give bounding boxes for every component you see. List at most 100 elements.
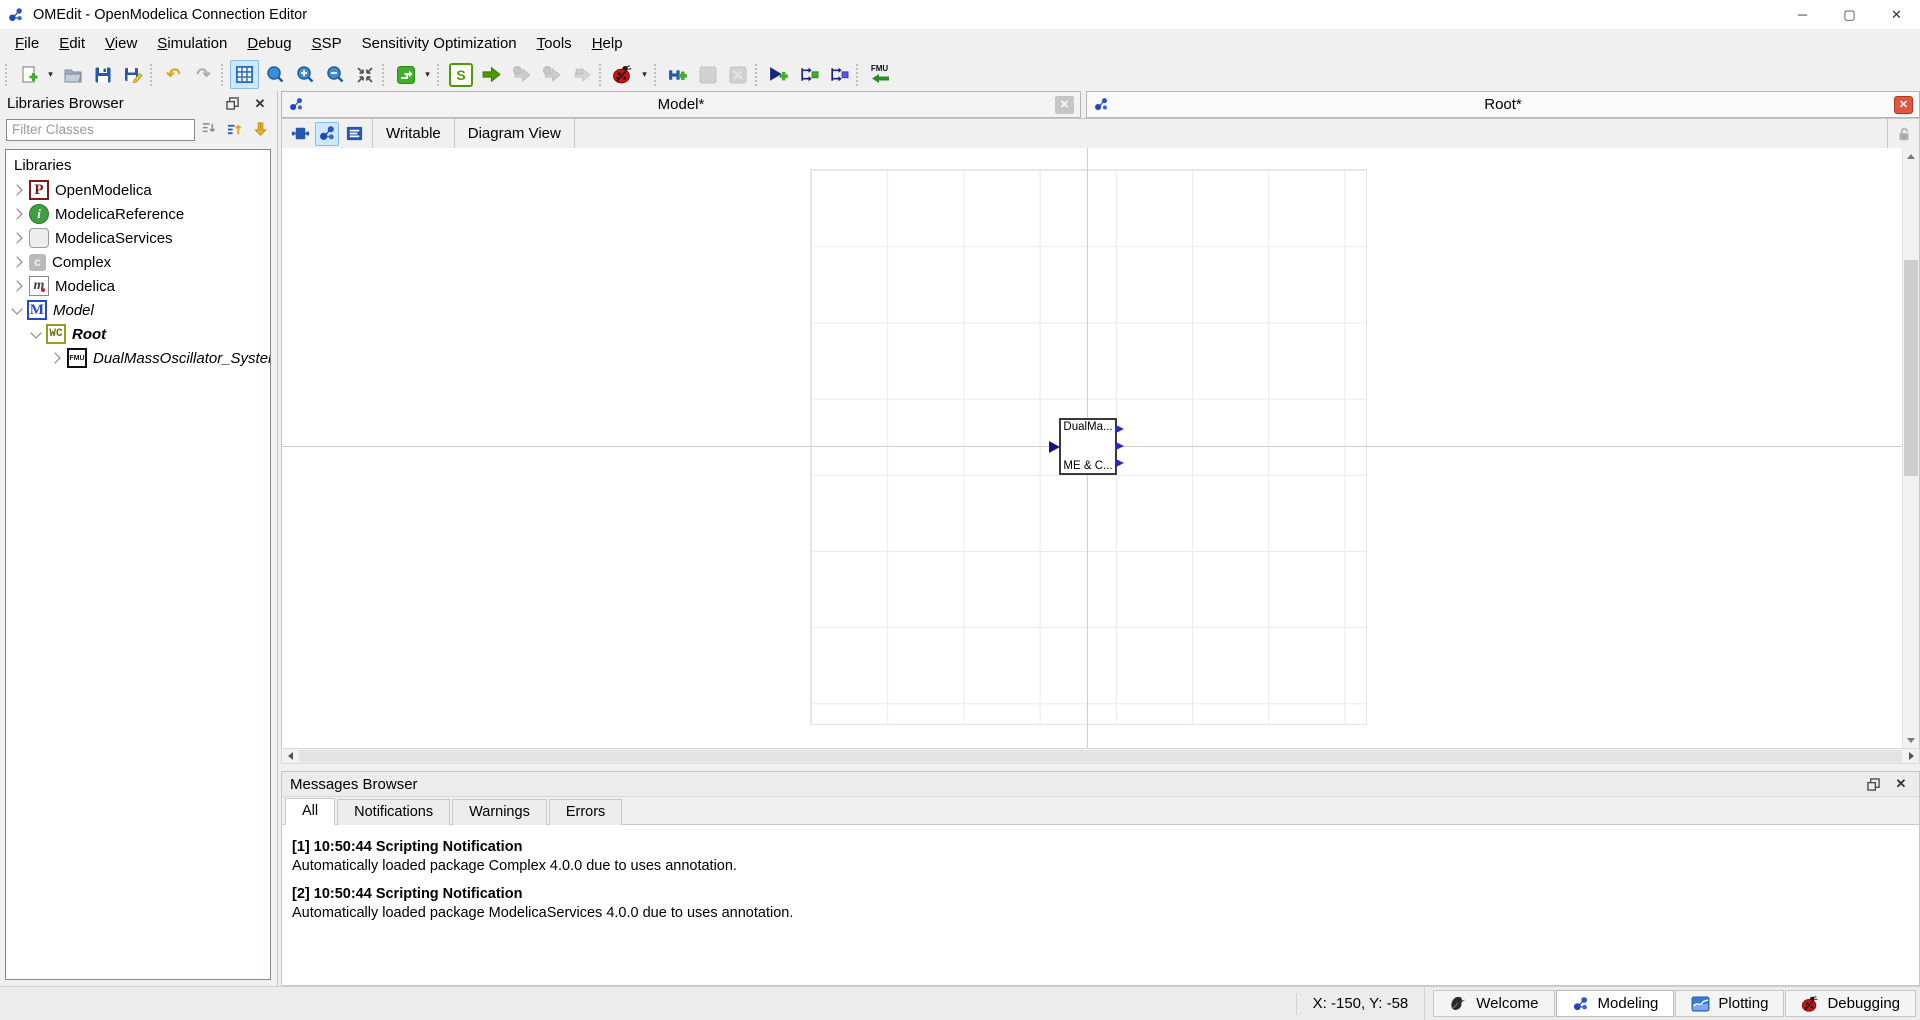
add-submodel-button[interactable] <box>764 60 793 89</box>
menu-tools[interactable]: Tools <box>527 31 582 56</box>
switch-direction-dropdown[interactable]: ▾ <box>421 60 434 89</box>
scroll-down-arrow[interactable] <box>1903 732 1919 748</box>
scroll-to-active-button[interactable] <box>250 118 271 141</box>
add-bus-button[interactable] <box>794 60 823 89</box>
diagram-view-button[interactable] <box>315 122 339 146</box>
mdi-tab-root[interactable]: Root* ✕ <box>1086 91 1920 118</box>
diagram-canvas[interactable]: DualMa... ME & C... <box>281 148 1920 748</box>
menu-simulation[interactable]: Simulation <box>147 31 237 56</box>
show-grid-button[interactable] <box>230 60 259 89</box>
redo-button[interactable]: ↷ <box>189 60 218 89</box>
undo-button[interactable]: ↶ <box>159 60 188 89</box>
tree-item-modelicareference[interactable]: iModelicaReference <box>8 202 268 226</box>
fit-to-diagram-button[interactable] <box>350 60 379 89</box>
simulate-button[interactable] <box>477 60 506 89</box>
toolbar-handle <box>5 64 9 86</box>
debugging-perspective-button[interactable]: Debugging <box>1785 990 1916 1017</box>
open-file-button[interactable] <box>58 60 87 89</box>
libraries-browser-title: Libraries Browser <box>7 95 124 112</box>
tree-item-modelicaservices[interactable]: ModelicaServices <box>8 226 268 250</box>
message-header: [2] 10:50:44 Scripting Notification <box>292 886 1909 902</box>
menu-edit[interactable]: Edit <box>49 31 95 56</box>
messages-list: [1] 10:50:44 Scripting NotificationAutom… <box>282 825 1919 985</box>
menu-help[interactable]: Help <box>582 31 633 56</box>
menu-file[interactable]: File <box>5 31 49 56</box>
writable-button[interactable]: Writable <box>373 119 454 148</box>
dual-mass-oscillator-component[interactable]: DualMa... ME & C... <box>1059 418 1117 475</box>
simulation-setup-button[interactable]: S <box>449 63 473 87</box>
tree-item-root[interactable]: WCRoot <box>8 322 268 346</box>
expand-arrow-icon[interactable] <box>11 208 22 219</box>
reset-zoom-button[interactable] <box>260 60 289 89</box>
splitter[interactable] <box>281 764 1920 771</box>
expand-all-button[interactable] <box>224 118 245 141</box>
mdi-tab-bar: Model* ✕ Root* ✕ <box>281 91 1920 118</box>
view-mode-button[interactable]: Diagram View <box>455 119 574 148</box>
collapse-arrow-icon[interactable] <box>11 303 22 314</box>
import-fmu-button[interactable]: FMU <box>865 60 894 89</box>
tree-item-modelica[interactable]: mModelica <box>8 274 268 298</box>
vertical-scroll-thumb[interactable] <box>1904 260 1918 476</box>
output-port-icon[interactable] <box>1116 442 1124 450</box>
messages-tab-notifications[interactable]: Notifications <box>337 799 450 825</box>
zoom-in-button[interactable] <box>290 60 319 89</box>
scroll-right-arrow[interactable] <box>1903 749 1919 763</box>
tree-item-complex[interactable]: cComplex <box>8 250 268 274</box>
zoom-out-button[interactable] <box>320 60 349 89</box>
modeling-perspective-button[interactable]: Modeling <box>1556 990 1675 1017</box>
save-button[interactable] <box>88 60 117 89</box>
debug-dropdown[interactable]: ▾ <box>638 60 651 89</box>
import-arrow-icon <box>871 73 889 84</box>
tree-item-openmodelica[interactable]: POpenModelica <box>8 178 268 202</box>
debugging-label: Debugging <box>1827 995 1900 1012</box>
model-tab-close-button[interactable]: ✕ <box>1055 96 1074 114</box>
scroll-up-arrow[interactable] <box>1903 148 1919 164</box>
filter-classes-input[interactable] <box>6 119 195 141</box>
diagram-view-icon <box>318 124 337 143</box>
switch-direction-button[interactable] <box>391 60 420 89</box>
messages-tab-all[interactable]: All <box>285 798 335 825</box>
add-system-button[interactable] <box>663 60 692 89</box>
expand-arrow-icon[interactable] <box>49 352 60 363</box>
debug-button[interactable] <box>608 60 637 89</box>
horizontal-scrollbar[interactable] <box>281 748 1920 764</box>
icon-view-button[interactable] <box>288 122 312 146</box>
minimize-button[interactable]: ─ <box>1779 0 1826 29</box>
horizontal-scroll-thumb[interactable] <box>299 750 1902 762</box>
expand-arrow-icon[interactable] <box>11 280 22 291</box>
vertical-scrollbar[interactable] <box>1902 148 1919 748</box>
menu-view[interactable]: View <box>95 31 147 56</box>
save-as-button[interactable] <box>118 60 147 89</box>
menu-ssp[interactable]: SSP <box>302 31 352 56</box>
float-panel-button[interactable] <box>221 94 243 114</box>
welcome-perspective-button[interactable]: Welcome <box>1433 990 1554 1017</box>
input-port-icon[interactable] <box>1049 441 1060 453</box>
expand-arrow-icon[interactable] <box>11 232 22 243</box>
output-port-icon[interactable] <box>1116 425 1124 433</box>
mdi-tab-model[interactable]: Model* ✕ <box>281 91 1081 118</box>
tree-item-model[interactable]: MModel <box>8 298 268 322</box>
new-model-dropdown[interactable]: ▾ <box>44 60 57 89</box>
expand-arrow-icon[interactable] <box>11 184 22 195</box>
root-tab-close-button[interactable]: ✕ <box>1894 96 1913 114</box>
close-messages-button[interactable]: ✕ <box>1890 774 1912 794</box>
float-messages-button[interactable] <box>1862 774 1884 794</box>
add-tlm-bus-button[interactable] <box>824 60 853 89</box>
menu-debug[interactable]: Debug <box>237 31 301 56</box>
output-port-icon[interactable] <box>1116 459 1124 467</box>
maximize-button[interactable]: ▢ <box>1826 0 1873 29</box>
tree-item-dualmassoscillator_system1[interactable]: FMUDualMassOscillator_System1 <box>8 346 268 370</box>
messages-tab-errors[interactable]: Errors <box>549 799 622 825</box>
collapse-all-button[interactable] <box>199 118 220 141</box>
menu-sensitivity-optimization[interactable]: Sensitivity Optimization <box>352 31 527 56</box>
scroll-left-arrow[interactable] <box>282 749 298 763</box>
collapse-arrow-icon[interactable] <box>30 327 41 338</box>
messages-tab-warnings[interactable]: Warnings <box>452 799 547 825</box>
close-button[interactable]: ✕ <box>1873 0 1920 29</box>
expand-arrow-icon[interactable] <box>11 256 22 267</box>
close-panel-button[interactable]: ✕ <box>249 94 271 114</box>
plotting-perspective-button[interactable]: Plotting <box>1675 990 1784 1017</box>
message-header: [1] 10:50:44 Scripting Notification <box>292 839 1909 855</box>
new-model-button[interactable] <box>14 60 43 89</box>
text-view-button[interactable] <box>342 122 366 146</box>
